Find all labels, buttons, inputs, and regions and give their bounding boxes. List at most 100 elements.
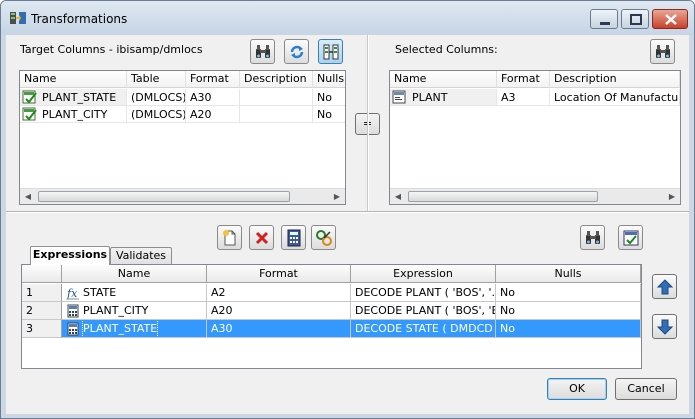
target-row-name-cell: PLANT_STATE bbox=[20, 89, 127, 106]
selected-horizontal-scrollbar[interactable]: ◀ ▶ bbox=[390, 188, 680, 204]
grid-nulls-header[interactable]: Nulls bbox=[496, 265, 641, 283]
selected-row-name: PLANT bbox=[412, 90, 448, 104]
calculator-icon bbox=[67, 322, 79, 335]
maximize-icon bbox=[630, 14, 642, 25]
scroll-right-icon[interactable]: ▶ bbox=[664, 189, 680, 204]
scroll-right-icon[interactable]: ▶ bbox=[329, 189, 345, 204]
tab-expressions[interactable]: Expressions bbox=[30, 246, 110, 265]
target-col-format-header[interactable]: Format bbox=[186, 71, 240, 88]
function-icon: fx bbox=[66, 287, 79, 300]
expression-nulls[interactable]: No bbox=[496, 302, 641, 320]
expression-format[interactable]: A30 bbox=[207, 320, 351, 338]
target-row-format: A20 bbox=[186, 106, 240, 123]
maximize-button[interactable] bbox=[621, 9, 649, 29]
expression-text[interactable]: DECODE STATE ( DMDCD ) bbox=[351, 320, 496, 338]
grid-name-header[interactable]: Name bbox=[62, 265, 207, 283]
expression-row-selected[interactable]: 3 PLANT_STATE A30 DECODE STATE ( DMDCD )… bbox=[22, 320, 641, 338]
refresh-icon bbox=[290, 45, 304, 59]
close-button[interactable] bbox=[652, 9, 688, 29]
calculator-button[interactable] bbox=[281, 225, 306, 250]
target-col-name-header[interactable]: Name bbox=[20, 71, 127, 88]
target-row[interactable]: PLANT_STATE (DMLOCS) A30 No bbox=[20, 89, 345, 106]
horizontal-divider bbox=[6, 211, 689, 213]
move-down-button[interactable] bbox=[652, 314, 677, 339]
target-col-description-header[interactable]: Description bbox=[240, 71, 313, 88]
window-title: Transformations bbox=[31, 12, 128, 26]
selected-row-description: Location Of Manufacturing bbox=[550, 89, 680, 106]
binoculars-icon bbox=[256, 45, 270, 58]
tab-validates[interactable]: Validates bbox=[110, 247, 172, 264]
selected-row-format: A3 bbox=[497, 89, 550, 106]
validate-button[interactable] bbox=[618, 225, 643, 250]
expression-text[interactable]: DECODE PLANT ( 'BOS', 'B... bbox=[351, 302, 496, 320]
target-col-table-header[interactable]: Table bbox=[127, 71, 186, 88]
expression-format[interactable]: A20 bbox=[207, 302, 351, 320]
selected-columns-header: Name Format Description bbox=[390, 71, 680, 88]
arrow-down-icon bbox=[656, 319, 674, 335]
row-number: 1 bbox=[22, 284, 62, 302]
expression-nulls[interactable]: No bbox=[496, 320, 641, 338]
grid-rownum-header bbox=[22, 265, 62, 283]
calculator-icon bbox=[67, 304, 79, 317]
binoculars-icon bbox=[586, 231, 600, 244]
target-horizontal-scrollbar[interactable]: ◀ ▶ bbox=[20, 188, 345, 204]
minimize-button[interactable] bbox=[590, 9, 618, 29]
selected-col-description-header[interactable]: Description bbox=[550, 71, 680, 88]
expression-name: STATE bbox=[83, 286, 117, 299]
scroll-left-icon[interactable]: ◀ bbox=[390, 189, 406, 204]
title-bar[interactable]: Transformations bbox=[1, 1, 694, 35]
binoculars-icon bbox=[656, 45, 670, 58]
delete-expression-button[interactable] bbox=[249, 225, 274, 250]
target-row-description bbox=[240, 89, 313, 106]
target-row-table: (DMLOCS) bbox=[127, 106, 186, 123]
target-row[interactable]: PLANT_CITY (DMLOCS) A20 No bbox=[20, 106, 345, 123]
ok-button[interactable]: OK bbox=[547, 378, 607, 400]
expression-name-cell[interactable]: PLANT_CITY bbox=[62, 302, 207, 320]
vertical-divider bbox=[367, 35, 369, 211]
selected-col-format-header[interactable]: Format bbox=[497, 71, 550, 88]
mapped-column-check-icon bbox=[22, 90, 37, 104]
target-columns-list[interactable]: Name Table Format Description Nulls PLAN… bbox=[19, 70, 346, 205]
expression-row[interactable]: 1 fx STATE A2 DECODE PLANT ( 'BOS', '...… bbox=[22, 284, 641, 302]
column-field-icon bbox=[392, 90, 406, 104]
selected-row[interactable]: PLANT A3 Location Of Manufacturing bbox=[390, 89, 680, 106]
expression-name-cell[interactable]: fx STATE bbox=[62, 284, 207, 302]
target-col-nulls-header[interactable]: Nulls bbox=[313, 71, 345, 88]
calculator-icon bbox=[287, 229, 301, 247]
new-document-icon bbox=[223, 230, 236, 246]
target-columns-header: Name Table Format Description Nulls bbox=[20, 71, 345, 88]
new-expression-button[interactable] bbox=[217, 225, 242, 250]
close-icon bbox=[665, 14, 677, 25]
move-up-button[interactable] bbox=[652, 274, 677, 299]
target-row-description bbox=[240, 106, 313, 123]
row-number: 3 bbox=[22, 320, 62, 338]
find-target-button[interactable] bbox=[250, 39, 275, 64]
selected-col-name-header[interactable]: Name bbox=[390, 71, 497, 88]
scroll-left-icon[interactable]: ◀ bbox=[20, 189, 36, 204]
expression-text[interactable]: DECODE PLANT ( 'BOS', '... bbox=[351, 284, 496, 302]
expression-name: PLANT_STATE bbox=[81, 320, 159, 337]
function-wizard-button[interactable] bbox=[311, 225, 336, 250]
expression-nulls[interactable]: No bbox=[496, 284, 641, 302]
scroll-thumb[interactable] bbox=[408, 191, 598, 202]
minimize-icon bbox=[600, 22, 610, 25]
expression-name-cell[interactable]: PLANT_STATE bbox=[62, 320, 207, 338]
refresh-button[interactable] bbox=[284, 39, 309, 64]
expressions-grid[interactable]: Name Format Expression Nulls 1 fx STATE … bbox=[21, 264, 642, 369]
grid-format-header[interactable]: Format bbox=[207, 265, 351, 283]
expressions-grid-header: Name Format Expression Nulls bbox=[22, 265, 641, 283]
expression-row[interactable]: 2 PLANT_CITY A20 DECODE PLANT ( 'BOS', '… bbox=[22, 302, 641, 320]
selected-columns-title: Selected Columns: bbox=[395, 43, 498, 56]
cancel-button[interactable]: Cancel bbox=[615, 378, 677, 400]
column-map-icon bbox=[323, 44, 339, 60]
map-columns-toggle[interactable] bbox=[318, 39, 343, 64]
scroll-thumb[interactable] bbox=[38, 191, 290, 202]
validate-check-icon bbox=[623, 230, 639, 246]
expression-format[interactable]: A2 bbox=[207, 284, 351, 302]
find-selected-button[interactable] bbox=[650, 39, 675, 64]
grid-expression-header[interactable]: Expression bbox=[351, 265, 496, 283]
selected-columns-list[interactable]: Name Format Description PLANT A3 Locatio… bbox=[389, 70, 681, 205]
arrow-up-icon bbox=[656, 279, 674, 295]
find-expression-button[interactable] bbox=[580, 225, 605, 250]
dialog-client-area: Target Columns - ibisamp/dmlocs Name Tab… bbox=[6, 35, 689, 414]
